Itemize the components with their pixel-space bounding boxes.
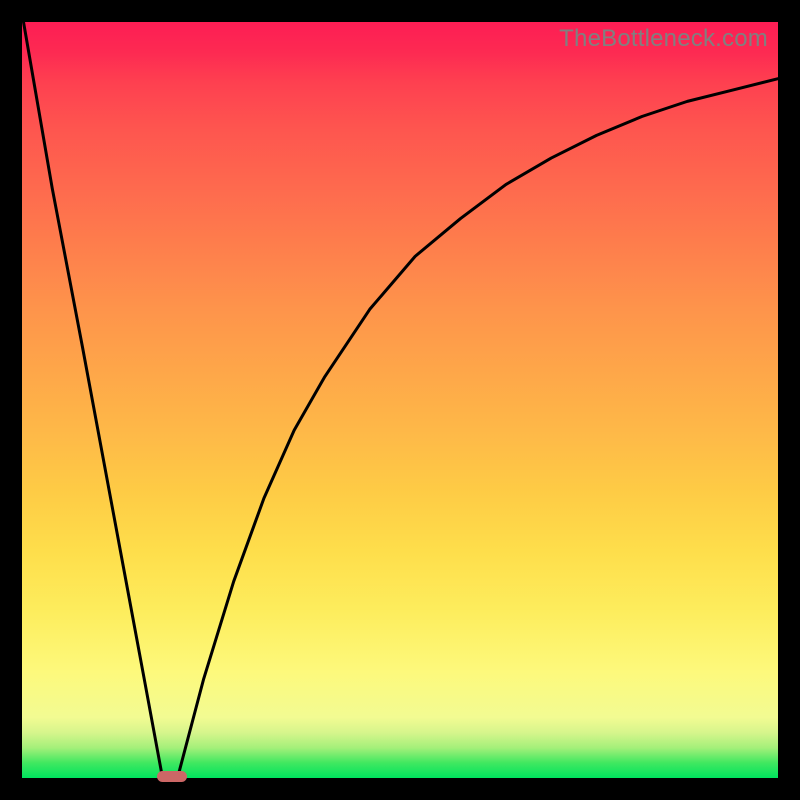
chart-container: TheBottleneck.com [0, 0, 800, 800]
plot-area: TheBottleneck.com [22, 22, 778, 778]
chart-svg [22, 22, 778, 778]
minimum-marker [157, 771, 186, 782]
series-right-branch [178, 79, 778, 775]
series-left-branch [24, 22, 162, 774]
